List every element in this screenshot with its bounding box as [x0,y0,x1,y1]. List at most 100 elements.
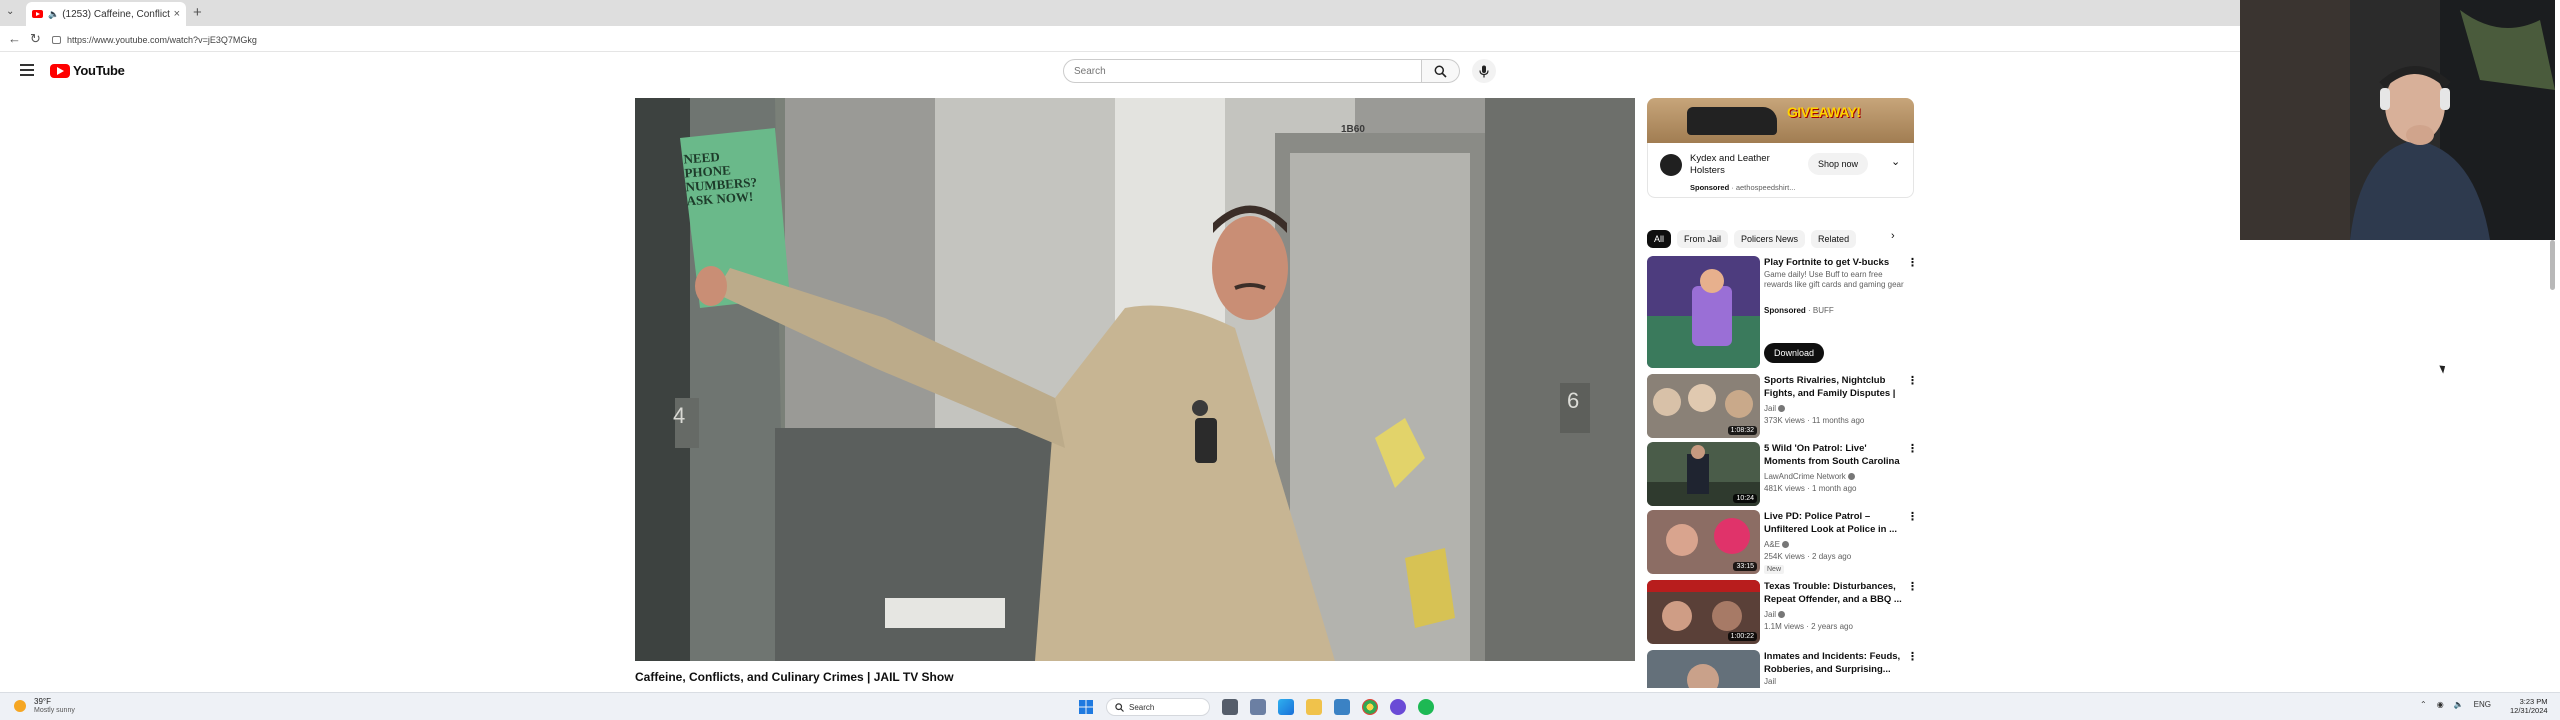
list-item[interactable]: 1:08:32 Sports Rivalries, Nightclub Figh… [1647,374,1918,438]
clock[interactable]: 3:23 PM 12/31/2024 [2510,697,2548,715]
more-options-icon[interactable]: ⋮ [1907,650,1914,663]
spotify-icon[interactable] [1418,699,1434,715]
truck-image [1687,107,1777,135]
reload-icon[interactable]: ↻ [30,31,41,47]
video-frame [635,98,1635,661]
ad-name: Kydex and Leather Holsters [1690,153,1770,176]
more-options-icon[interactable]: ⋮ [1907,374,1918,387]
site-info-icon[interactable] [52,35,61,44]
chip-from-jail[interactable]: From Jail [1677,230,1729,248]
rec-channel[interactable]: LawAndCrime Network [1764,472,1855,481]
door-plate: 1B60 [1341,124,1365,135]
rec-advertiser: BUFF [1812,306,1834,315]
discord-icon[interactable] [1390,699,1406,715]
tab-search-icon[interactable]: ⌄ [6,6,14,17]
rec-title[interactable]: Live PD: Police Patrol – Unfiltered Look… [1764,510,1904,536]
tray-language[interactable]: ENG [2474,700,2491,709]
video-thumbnail[interactable]: 10:24 [1647,442,1760,506]
youtube-favicon-icon [32,10,43,18]
channel-name: Jail [1764,404,1777,413]
clock-time: 3:23 PM [2519,697,2548,706]
rec-sponsor-line: Sponsored · BUFF [1764,306,1834,315]
chevron-right-icon[interactable]: › [1891,230,1895,242]
windows-start-icon[interactable] [1078,699,1094,715]
rec-title[interactable]: Sports Rivalries, Nightclub Fights, and … [1764,374,1904,400]
video-thumbnail[interactable]: 1:00:22 [1647,580,1760,644]
list-item[interactable]: 10:24 5 Wild 'On Patrol: Live' Moments f… [1647,442,1918,506]
rec-title[interactable]: Play Fortnite to get V-bucks [1764,256,1904,269]
rec-title[interactable]: 5 Wild 'On Patrol: Live' Moments from So… [1764,442,1904,468]
thumbnail-image [1647,256,1760,368]
chevron-down-icon[interactable]: ⌄ [1891,155,1900,168]
chip-police-news[interactable]: Policers News [1734,230,1806,248]
more-options-icon[interactable]: ⋮ [1907,510,1918,523]
taskbar-search[interactable]: Search [1106,698,1210,716]
more-options-icon[interactable]: ⋮ [1907,442,1918,455]
volume-icon[interactable]: 🔈 [2454,700,2464,709]
video-thumbnail[interactable]: 1:08:32 [1647,374,1760,438]
download-button[interactable]: Download [1764,343,1825,363]
ad-banner-image[interactable]: GIVEAWAY! [1647,98,1914,143]
rec-channel[interactable]: A&E [1764,540,1790,549]
network-icon[interactable]: ◉ [2437,700,2444,709]
video-thumbnail[interactable]: 33:15 [1647,510,1760,574]
rec-channel[interactable]: Jail [1764,610,1786,619]
logo-text: YouTube [73,63,125,78]
widgets-icon[interactable] [1250,699,1266,715]
rec-meta: 254K views · 2 days ago [1764,552,1852,561]
voice-search-button[interactable] [1472,59,1496,83]
search-icon [1115,702,1124,712]
list-item[interactable]: Inmates and Incidents: Feuds, Robberies,… [1647,650,1914,688]
tab-close-icon[interactable]: × [174,8,180,20]
more-options-icon[interactable]: ⋮ [1907,580,1918,593]
edge-browser-icon[interactable] [1278,699,1294,715]
store-icon[interactable] [1334,699,1350,715]
weather-temp: 39°F [34,697,51,706]
rec-description: Game daily! Use Buff to earn free reward… [1764,270,1904,289]
video-thumbnail[interactable] [1647,256,1760,368]
shop-now-button[interactable]: Shop now [1808,153,1868,175]
rec-sponsored-label: Sponsored [1764,306,1806,315]
rec-meta: 373K views · 11 months ago [1764,416,1865,425]
scene-sign-text: NEED PHONE NUMBERS? ASK NOW! [683,148,758,209]
duration-badge: 33:15 [1733,562,1757,571]
tray-overflow-icon[interactable]: ⌃ [2420,700,2427,709]
duration-badge: 1:08:32 [1727,426,1757,435]
video-title: Caffeine, Conflicts, and Culinary Crimes… [635,670,954,684]
search-box [1063,59,1422,83]
rec-title[interactable]: Inmates and Incidents: Feuds, Robberies,… [1764,650,1904,676]
microphone-icon [1479,65,1489,77]
rec-meta: 481K views · 1 month ago [1764,484,1857,493]
list-item[interactable]: 33:15 Live PD: Police Patrol – Unfiltere… [1647,510,1918,574]
task-view-icon[interactable] [1222,699,1238,715]
sponsored-recommendation[interactable]: Play Fortnite to get V-bucks Game daily!… [1647,256,1918,368]
more-options-icon[interactable]: ⋮ [1907,256,1918,269]
ad-card[interactable]: Kydex and Leather Holsters Sponsored · a… [1647,143,1914,198]
search-input[interactable] [1074,65,1421,77]
rec-channel[interactable]: Jail [1764,404,1786,413]
browser-tab-active[interactable]: 🔈 (1253) Caffeine, Conflicts, and × [26,2,186,26]
ad-domain: aethospeedshirt... [1735,183,1796,192]
new-tab-button[interactable]: + [193,4,202,21]
chip-related[interactable]: Related [1811,230,1857,248]
file-explorer-icon[interactable] [1306,699,1322,715]
video-player[interactable]: NEED PHONE NUMBERS? ASK NOW! 4 6 1B60 [635,98,1635,661]
mouse-cursor [2439,363,2448,374]
chrome-icon[interactable] [1362,699,1378,715]
rec-channel[interactable]: Jail [1764,677,1776,686]
chip-all[interactable]: All [1647,230,1672,248]
rec-title[interactable]: Texas Trouble: Disturbances, Repeat Offe… [1764,580,1904,606]
youtube-logo[interactable]: YouTube [50,63,125,78]
youtube-play-icon [50,63,70,78]
weather-condition: Mostly sunny [34,707,75,714]
menu-icon[interactable] [20,64,34,79]
page-scrollbar[interactable] [2550,240,2555,290]
video-thumbnail[interactable] [1647,650,1760,688]
search-button[interactable] [1422,59,1460,83]
list-item[interactable]: 1:00:22 Texas Trouble: Disturbances, Rep… [1647,580,1918,644]
clock-date: 12/31/2024 [2510,706,2548,715]
back-arrow-icon[interactable]: ← [8,31,21,46]
speaker-icon[interactable]: 🔈 [48,9,59,20]
url-field[interactable]: https://www.youtube.com/watch?v=jE3Q7MGk… [52,31,2222,48]
weather-widget[interactable]: 39°F Mostly sunny [14,697,75,715]
